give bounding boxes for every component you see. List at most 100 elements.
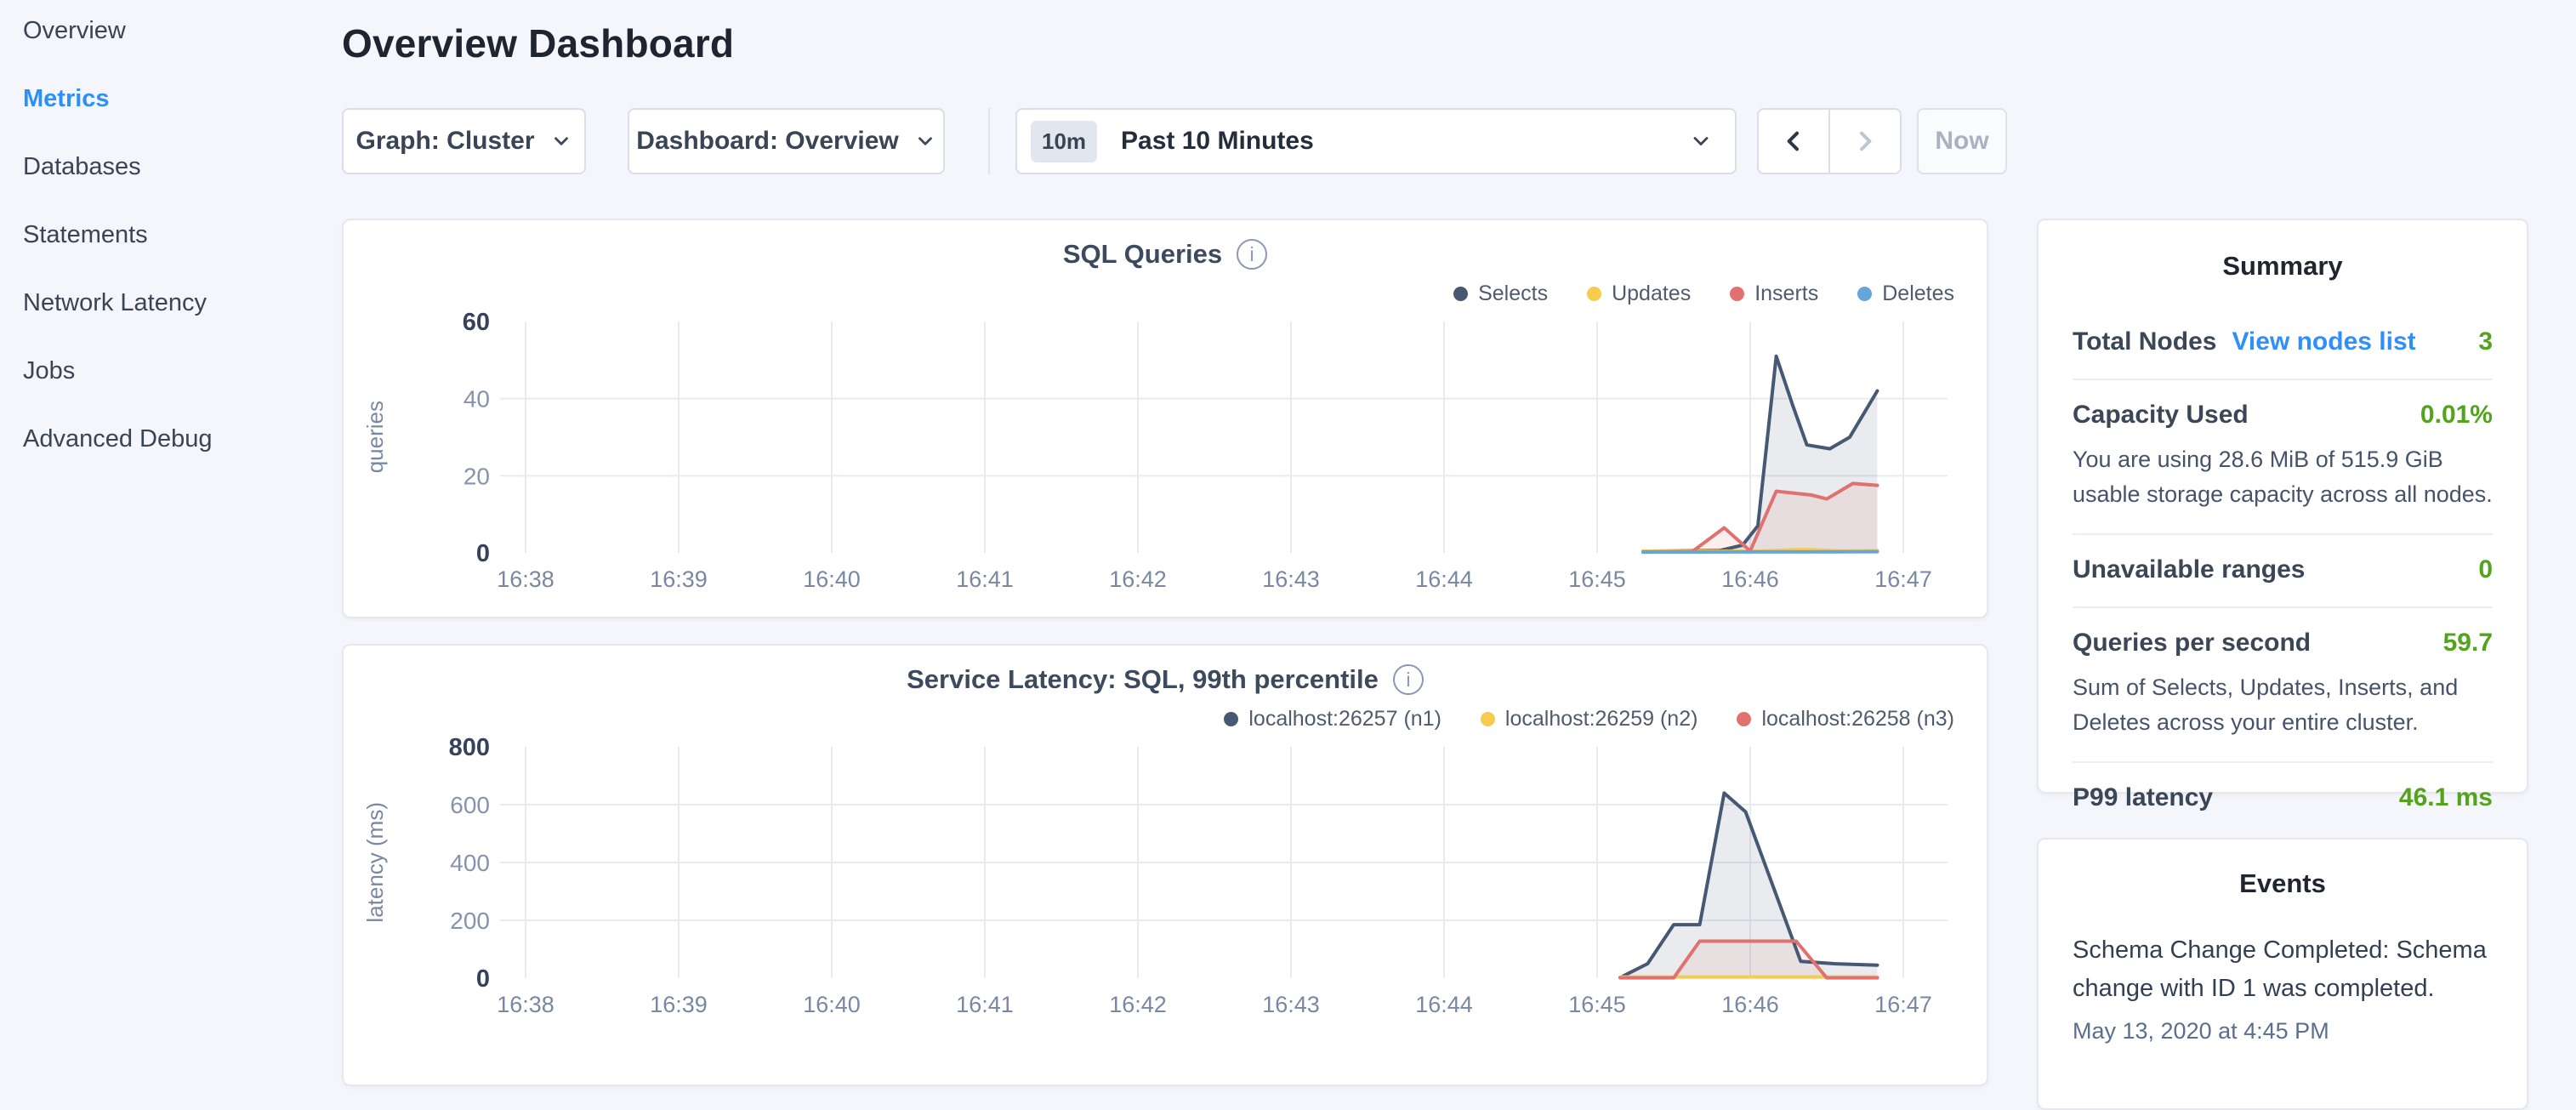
legend-dot-icon <box>1587 287 1601 301</box>
summary-value: 46.1 ms <box>2399 783 2493 812</box>
legend-label: localhost:26259 (n2) <box>1505 707 1698 731</box>
svg-text:16:43: 16:43 <box>1262 992 1320 1017</box>
summary-label: Total Nodes <box>2073 327 2216 356</box>
svg-text:16:42: 16:42 <box>1109 992 1167 1017</box>
time-range-selector[interactable]: 10m Past 10 Minutes <box>1015 108 1737 174</box>
sidebar-item-metrics[interactable]: Metrics <box>23 87 323 111</box>
time-range-label: Past 10 Minutes <box>1121 127 1689 156</box>
sidebar-item-overview[interactable]: Overview <box>23 19 323 43</box>
chart-title: SQL Queries <box>1063 239 1222 270</box>
legend-dot-icon <box>1224 712 1238 726</box>
event-timestamp: May 13, 2020 at 4:45 PM <box>2073 1018 2493 1045</box>
dashboard-dropdown-label: Dashboard: Overview <box>636 127 898 156</box>
graph-dropdown[interactable]: Graph: Cluster <box>342 108 586 174</box>
svg-text:16:42: 16:42 <box>1109 566 1167 592</box>
chevron-right-icon <box>1851 128 1879 155</box>
summary-heading: Summary <box>2073 251 2493 282</box>
svg-text:40: 40 <box>463 386 490 413</box>
chart-legend: localhost:26257 (n1) localhost:26259 (n2)… <box>344 707 1987 731</box>
svg-text:16:39: 16:39 <box>650 566 708 592</box>
chevron-down-icon <box>914 130 936 152</box>
toolbar-divider <box>988 108 990 174</box>
prev-time-button[interactable] <box>1757 108 1829 174</box>
sql-queries-plot[interactable]: 16:3816:3916:4016:4116:4216:4316:4416:45… <box>398 310 1963 594</box>
service-latency-plot[interactable]: 16:38 16:39 16:40 16:41 16:42 16:43 16:44 16:45… <box>398 735 1963 1019</box>
chart-title: Service Latency: SQL, 99th percentile <box>907 664 1379 695</box>
summary-row-unavailable-ranges: Unavailable ranges 0 <box>2073 533 2493 606</box>
svg-text:16:38: 16:38 <box>497 992 554 1017</box>
sidebar-item-statements[interactable]: Statements <box>23 223 323 248</box>
legend-item-localhost-26258-n3-[interactable]: localhost:26258 (n3) <box>1737 707 1954 731</box>
y-axis-label: latency (ms) <box>362 802 389 923</box>
sidebar-item-jobs[interactable]: Jobs <box>23 359 323 384</box>
summary-label: P99 latency <box>2073 783 2213 812</box>
chevron-left-icon <box>1780 128 1807 155</box>
svg-text:16:39: 16:39 <box>650 992 708 1017</box>
sidebar-item-advanced-debug[interactable]: Advanced Debug <box>23 427 323 452</box>
legend-dot-icon <box>1730 287 1744 301</box>
next-time-button[interactable] <box>1829 108 1902 174</box>
legend-item-localhost-26259-n2-[interactable]: localhost:26259 (n2) <box>1481 707 1698 731</box>
legend-item-inserts[interactable]: Inserts <box>1730 282 1818 306</box>
svg-text:16:41: 16:41 <box>956 566 1014 592</box>
legend-dot-icon <box>1737 712 1751 726</box>
legend-label: localhost:26257 (n1) <box>1248 707 1442 731</box>
time-pager <box>1757 108 1902 174</box>
svg-text:16:46: 16:46 <box>1721 566 1779 592</box>
svg-text:20: 20 <box>463 463 490 489</box>
graph-dropdown-label: Graph: Cluster <box>355 127 534 156</box>
chevron-down-icon <box>1689 129 1713 153</box>
y-axis-label: queries <box>362 401 389 473</box>
summary-value: 0 <box>2478 555 2493 584</box>
summary-row-capacity-used: Capacity Used 0.01% You are using 28.6 M… <box>2073 379 2493 533</box>
svg-text:16:45: 16:45 <box>1568 992 1626 1017</box>
svg-text:16:41: 16:41 <box>956 992 1014 1017</box>
page-title: Overview Dashboard <box>342 20 734 66</box>
svg-text:400: 400 <box>450 850 490 876</box>
event-message[interactable]: Schema Change Completed: Schema change w… <box>2073 931 2493 1008</box>
legend-label: Updates <box>1612 282 1691 306</box>
sql-queries-chart-card: SQL Queries i Selects Updates Inserts Delet… <box>342 219 1988 618</box>
summary-label: Queries per second <box>2073 629 2311 657</box>
summary-row-total-nodes: Total Nodes View nodes list 3 <box>2073 307 2493 379</box>
sidebar-item-network-latency[interactable]: Network Latency <box>23 291 323 316</box>
summary-value: 59.7 <box>2443 629 2493 657</box>
svg-text:60: 60 <box>463 310 490 336</box>
info-icon[interactable]: i <box>1393 664 1424 695</box>
summary-description: You are using 28.6 MiB of 515.9 GiB usab… <box>2073 442 2493 511</box>
svg-text:16:43: 16:43 <box>1262 566 1320 592</box>
info-icon[interactable]: i <box>1237 239 1267 270</box>
legend-item-localhost-26257-n1-[interactable]: localhost:26257 (n1) <box>1224 707 1442 731</box>
dashboard-dropdown[interactable]: Dashboard: Overview <box>628 108 945 174</box>
svg-text:16:47: 16:47 <box>1874 566 1932 592</box>
svg-text:0: 0 <box>476 965 490 993</box>
svg-text:200: 200 <box>450 908 490 934</box>
view-nodes-list-link[interactable]: View nodes list <box>2232 327 2415 356</box>
legend-item-updates[interactable]: Updates <box>1587 282 1691 306</box>
svg-text:16:44: 16:44 <box>1415 992 1473 1017</box>
legend-item-deletes[interactable]: Deletes <box>1857 282 1954 306</box>
service-latency-chart-card: Service Latency: SQL, 99th percentile i … <box>342 644 1988 1086</box>
now-button[interactable]: Now <box>1917 108 2007 174</box>
sidebar-item-databases[interactable]: Databases <box>23 155 323 179</box>
legend-dot-icon <box>1481 712 1495 726</box>
summary-value: 3 <box>2478 327 2493 356</box>
legend-label: Selects <box>1478 282 1548 306</box>
sidebar: Overview Metrics Databases Statements Ne… <box>0 0 323 495</box>
chevron-down-icon <box>550 130 572 152</box>
summary-value: 0.01% <box>2420 401 2493 430</box>
legend-label: localhost:26258 (n3) <box>1761 707 1954 731</box>
svg-text:16:46: 16:46 <box>1721 992 1779 1017</box>
svg-text:0: 0 <box>476 540 490 567</box>
legend-label: Deletes <box>1882 282 1954 306</box>
legend-item-selects[interactable]: Selects <box>1453 282 1548 306</box>
svg-text:16:40: 16:40 <box>803 992 861 1017</box>
summary-description: Sum of Selects, Updates, Inserts, and De… <box>2073 670 2493 739</box>
svg-text:800: 800 <box>449 735 490 761</box>
svg-text:16:45: 16:45 <box>1568 566 1626 592</box>
svg-text:16:38: 16:38 <box>497 566 554 592</box>
svg-text:16:44: 16:44 <box>1415 566 1473 592</box>
summary-label: Unavailable ranges <box>2073 555 2305 584</box>
time-range-badge: 10m <box>1031 121 1097 162</box>
svg-text:16:47: 16:47 <box>1874 992 1932 1017</box>
